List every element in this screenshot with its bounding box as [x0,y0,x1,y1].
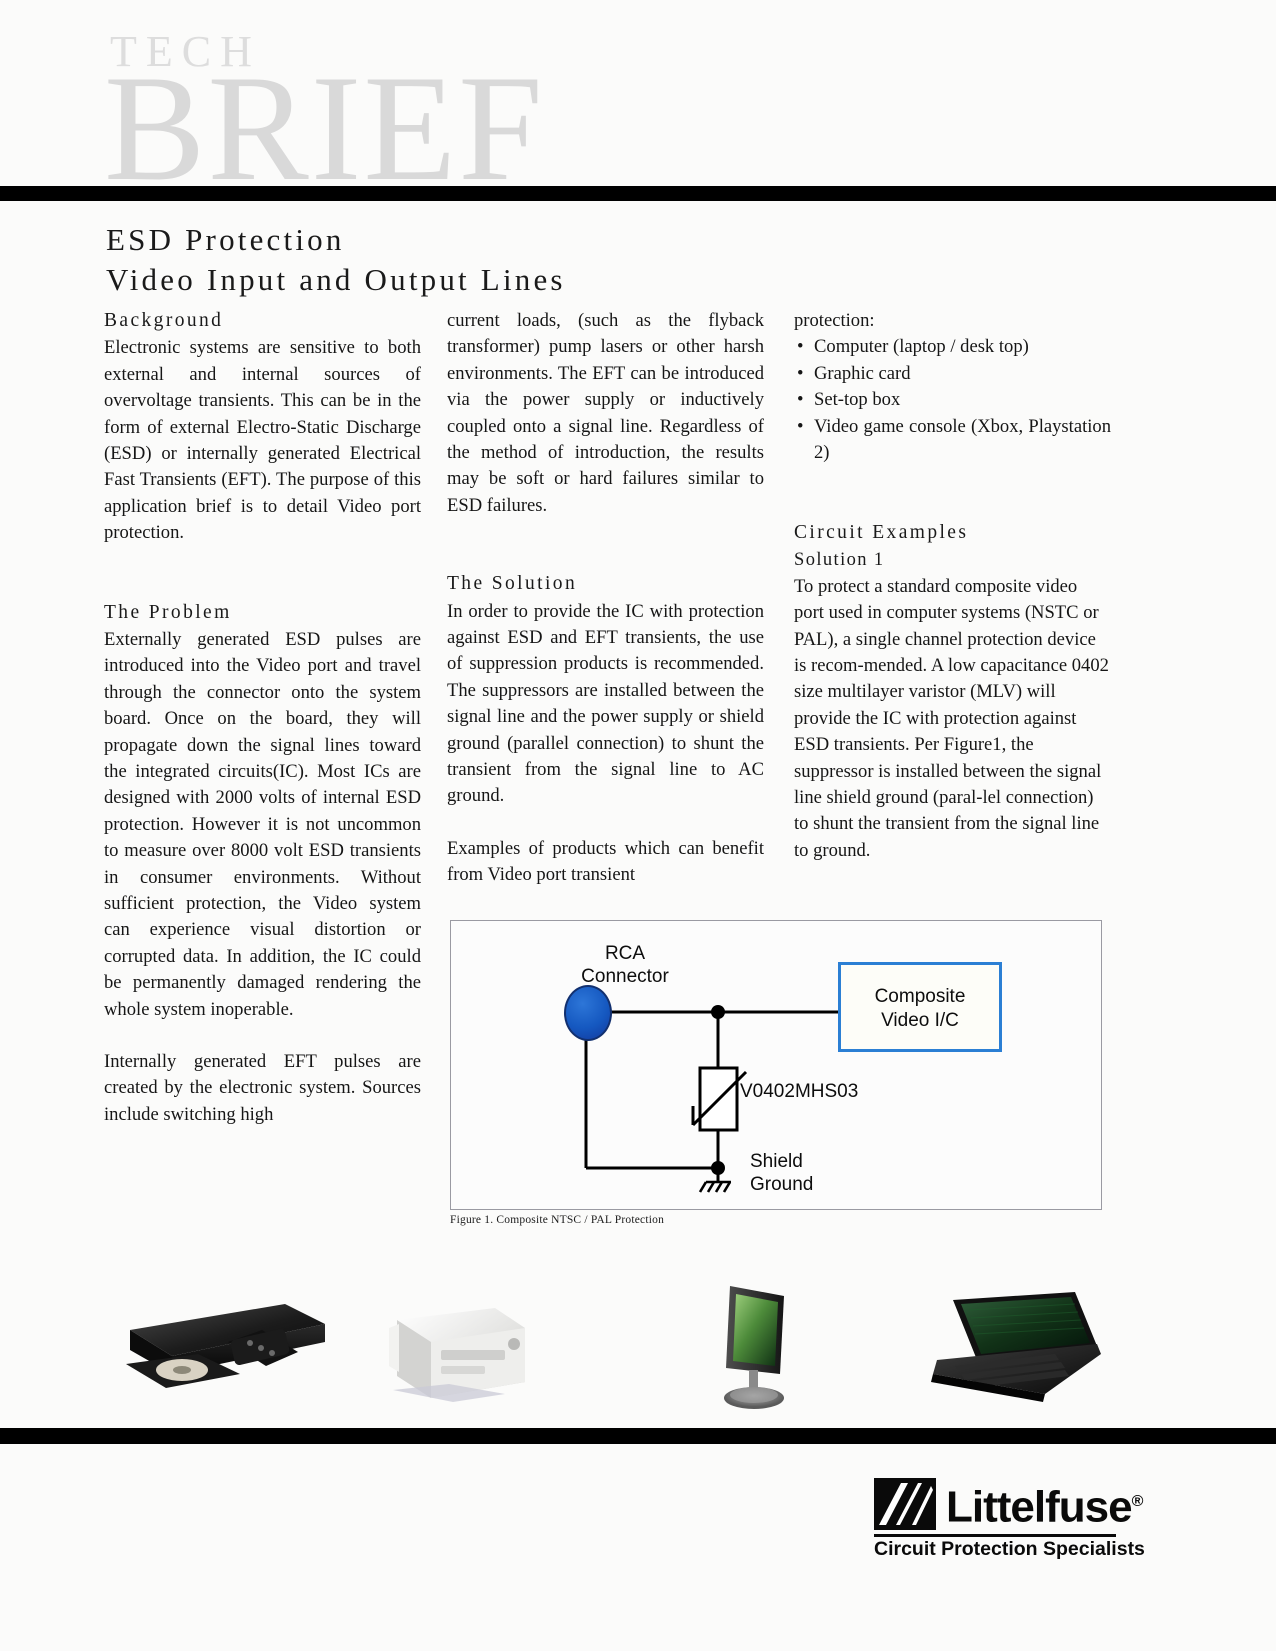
paragraph-background: Electronic systems are sensitive to both… [104,337,421,544]
list-item: • Computer (laptop / desk top) [794,334,1111,360]
ic-block-label: Composite Video I/C [841,985,999,1033]
bullet-icon: • [797,362,804,384]
column-2: current loads, (such as the flyback tran… [447,308,764,889]
heading-the-problem: The Problem [104,601,232,623]
protection-products-list: • Computer (laptop / desk top) • Graphic… [794,334,1111,466]
rca-label-line-1: RCA [604,943,646,964]
littelfuse-logo: Littelfuse® Circuit Protection Specialis… [874,1478,1145,1562]
rca-connector-icon [564,985,612,1041]
page-title-line-2: Video Input and Output Lines [106,261,566,297]
ground-symbol-icon [698,1180,732,1193]
heading-background: Background [104,310,224,331]
footer-rule [0,1428,1276,1444]
masthead: TECH BRIEF [0,0,1276,204]
paragraph-solution-1: In order to provide the IC with protecti… [447,600,764,807]
bullet-icon: • [797,389,804,411]
logo-slash-icon [874,1478,936,1530]
paragraph-solution-2: Examples of products which can benefit f… [447,837,764,886]
brand-tagline: Circuit Protection Specialists [874,1538,1145,1560]
heading-circuit-examples: Circuit Examples [794,522,969,544]
product-photo-strip [0,1280,1276,1425]
list-item: • Video game console (Xbox, Playstation … [794,414,1111,467]
paragraph-problem-2: Internally generated EFT pulses are crea… [104,1050,421,1125]
paragraph-problem-1: Externally generated ESD pulses are intr… [104,628,421,1020]
composite-video-ic-block: Composite Video I/C [838,962,1002,1052]
column-3: protection: • Computer (laptop / desk to… [794,308,1111,864]
list-item-label: Video game console (Xbox, Playstation 2) [814,415,1111,464]
projector-photo [389,1308,525,1402]
bullet-icon: • [797,336,804,358]
figure-1-caption: Figure 1. Composite NTSC / PAL Protectio… [450,1214,665,1226]
list-item-label: Set-top box [814,389,901,411]
registered-mark: ® [1131,1493,1144,1510]
ic-label-line-1: Composite [874,986,966,1007]
ground-label-line-1: Shield [750,1151,803,1172]
laptop-computer-photo [931,1292,1101,1402]
page-title: ESD Protection Video Input and Output Li… [106,220,1066,299]
varistor-part-number-label: V0402MHS03 [740,1081,859,1102]
list-item-label: Computer (laptop / desk top) [814,336,1029,358]
column-1: Background Electronic systems are sensit… [104,308,421,1128]
bullet-icon: • [797,415,804,437]
document-page: TECH BRIEF ESD Protection Video Input an… [0,0,1276,1651]
ic-label-line-2: Video I/C [881,1010,959,1031]
paragraph-protection-lead: protection: [794,310,875,331]
list-item: • Graphic card [794,361,1111,387]
list-item-label: Graphic card [814,362,911,384]
masthead-wordmark: BRIEF [104,44,545,212]
list-item: • Set-top box [794,387,1111,413]
rca-label-line-2: Connector [581,966,669,987]
ground-label-line-2: Ground [750,1174,814,1195]
heading-solution-1: Solution 1 [794,549,885,570]
paragraph-continued: current loads, (such as the flyback tran… [447,310,764,516]
brand-name: Littelfuse [946,1482,1133,1532]
rca-connector-label: RCA Connector [565,942,685,988]
figure-1-circuit-diagram: RCA Connector Composite Video I/C V0402MH… [450,920,1102,1210]
shield-ground-label: Shield Ground [750,1150,813,1196]
dvd-player-photo [126,1304,325,1388]
littelfuse-wordmark: Littelfuse® [946,1476,1144,1534]
page-title-line-1: ESD Protection [106,222,345,257]
flat-panel-monitor-photo [724,1286,784,1409]
littelfuse-mark-icon [874,1478,936,1530]
logo-divider [874,1534,1116,1537]
masthead-rule [0,186,1276,201]
heading-the-solution: The Solution [447,573,578,595]
paragraph-solution-1-detail: To protect a standard composite video po… [794,575,1109,861]
